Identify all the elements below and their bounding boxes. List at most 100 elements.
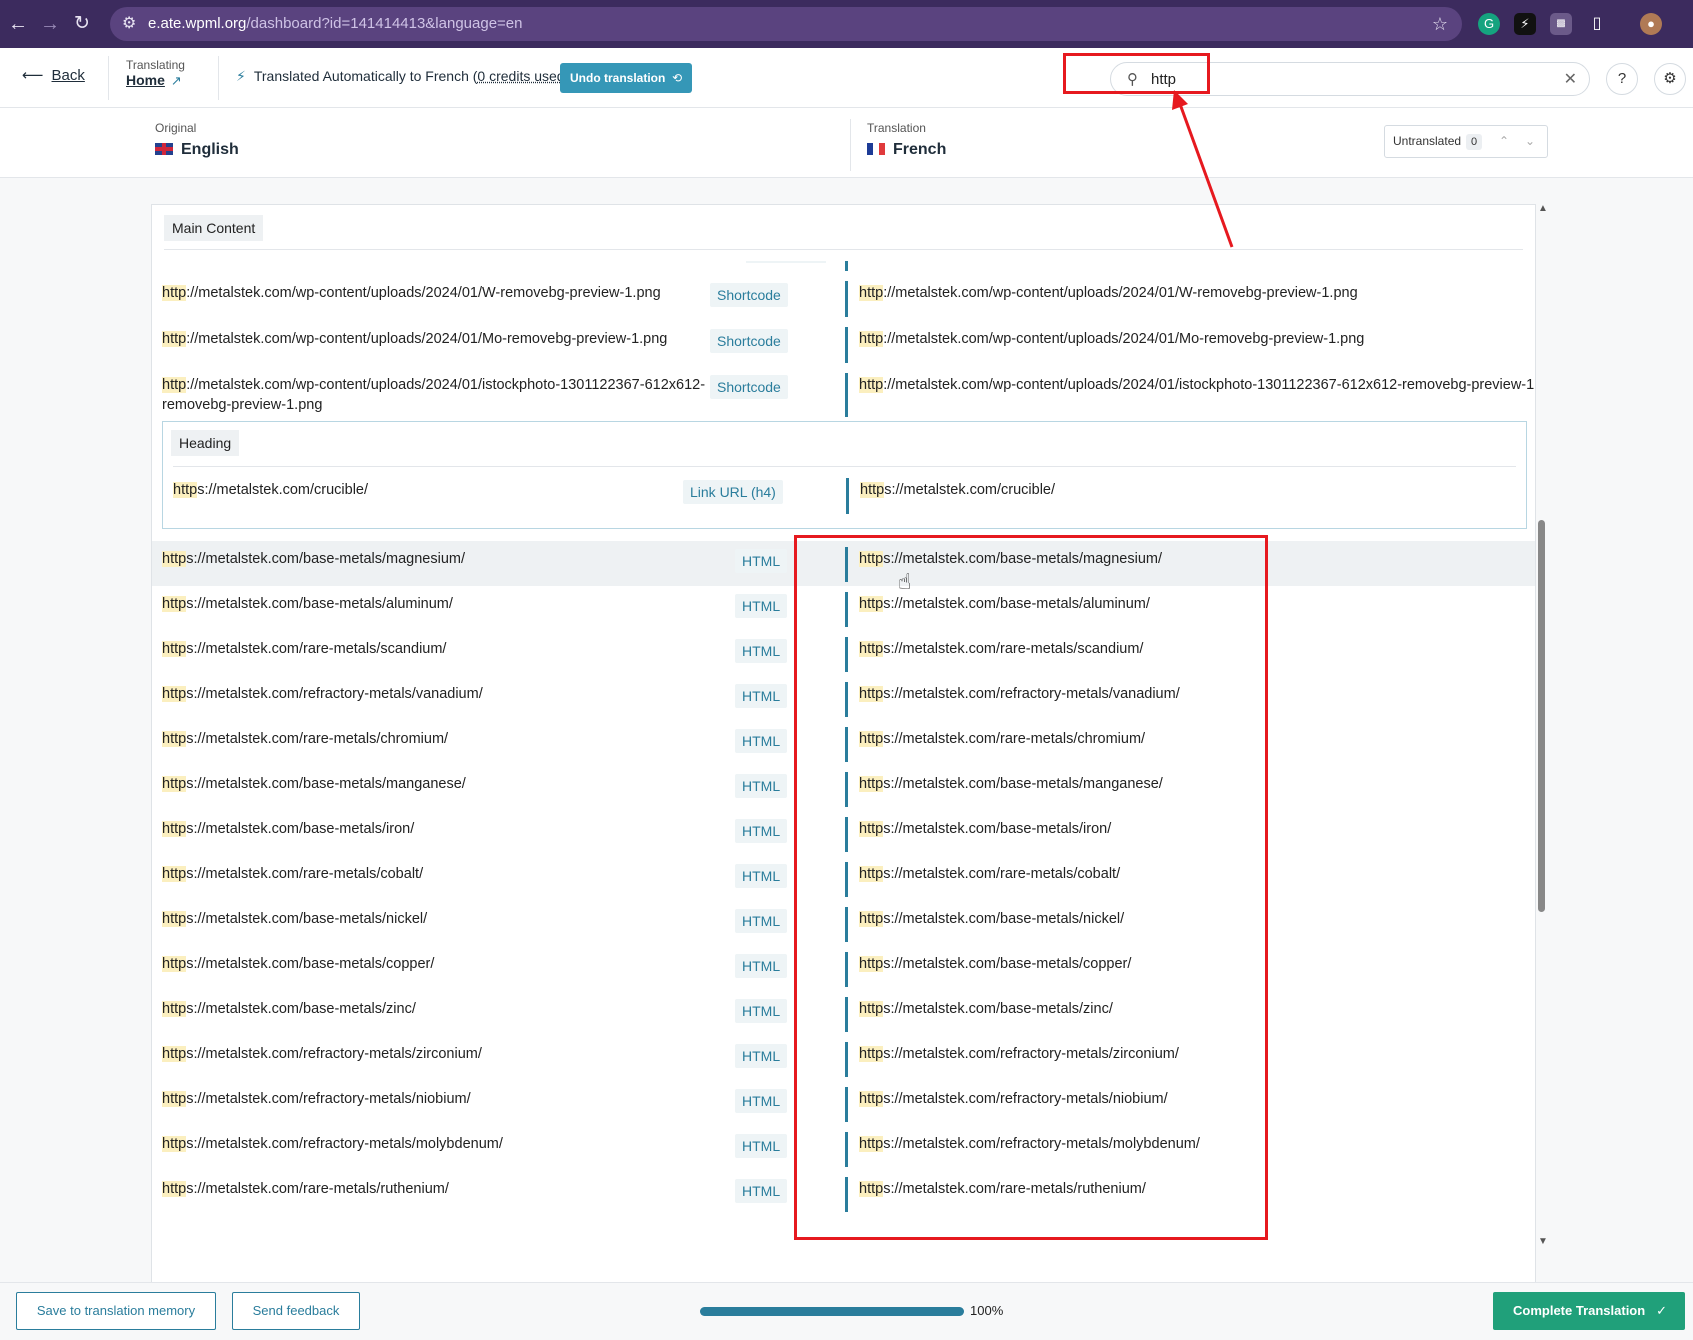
search-match-highlight: http bbox=[859, 377, 884, 393]
grammarly-icon[interactable]: G bbox=[1478, 13, 1500, 35]
annotation-search-box bbox=[1063, 53, 1210, 94]
segment-type-badge: HTML bbox=[735, 774, 788, 798]
segment-type-badge: HTML bbox=[735, 954, 788, 978]
help-icon[interactable]: ? bbox=[1606, 63, 1638, 95]
search-match-highlight: http bbox=[173, 482, 198, 498]
undo-translation-button[interactable]: Undo translation ⟲ bbox=[560, 63, 692, 93]
segment-bar bbox=[846, 478, 849, 514]
send-feedback-button[interactable]: Send feedback bbox=[232, 1292, 360, 1330]
back-button[interactable]: ⟵ Back bbox=[22, 66, 85, 84]
original-label: Original bbox=[155, 121, 197, 135]
search-match-highlight: http bbox=[162, 331, 187, 347]
source-text: https://metalstek.com/refractory-metals/… bbox=[162, 1134, 722, 1154]
address-bar[interactable]: ⚙ e.ate.wpml.org/dashboard?id=141414413&… bbox=[110, 7, 1462, 41]
segment-type-badge: HTML bbox=[735, 909, 788, 933]
url-path: /dashboard?id=141414413&language=en bbox=[246, 15, 523, 32]
scrollbar-thumb[interactable] bbox=[1538, 520, 1545, 912]
search-match-highlight: http bbox=[162, 551, 187, 567]
external-link-icon[interactable]: ↗ bbox=[171, 73, 182, 88]
editor-header: ⟵ Back Translating Home ↗ ⚡ Translated Auto… bbox=[0, 48, 1693, 108]
translation-text-rest: ://metalstek.com/wp-content/uploads/2024… bbox=[883, 377, 1536, 393]
segment-type-badge: HTML bbox=[735, 819, 788, 843]
france-flag-icon bbox=[867, 143, 885, 155]
chevron-up-icon[interactable]: ⌃ bbox=[1499, 126, 1509, 157]
page-name-link[interactable]: Home bbox=[126, 72, 165, 88]
extension-game-icon[interactable]: ▩ bbox=[1550, 13, 1572, 35]
chevron-down-icon[interactable]: ⌄ bbox=[1525, 126, 1535, 157]
source-text: https://metalstek.com/base-metals/alumin… bbox=[162, 594, 722, 614]
source-text: https://metalstek.com/rare-metals/cobalt… bbox=[162, 864, 722, 884]
check-icon: ✓ bbox=[1656, 1303, 1667, 1318]
segment-row[interactable]: http://metalstek.com/wp-content/uploads/… bbox=[152, 321, 1535, 367]
source-text-rest: s://metalstek.com/base-metals/magnesium/ bbox=[186, 551, 466, 567]
original-language: Original English bbox=[155, 121, 239, 159]
credits-used[interactable]: 0 credits used bbox=[477, 68, 564, 84]
clear-icon[interactable]: ✕ bbox=[1564, 69, 1577, 89]
complete-translation-button[interactable]: Complete Translation ✓ bbox=[1493, 1292, 1685, 1330]
source-text-rest: ://metalstek.com/wp-content/uploads/2024… bbox=[186, 331, 668, 347]
arrow-right-icon[interactable]: → bbox=[40, 12, 60, 36]
segment-type-badge: HTML bbox=[735, 594, 788, 618]
original-language-name: English bbox=[181, 141, 239, 158]
translating-info: Translating Home ↗ bbox=[126, 58, 185, 90]
translation-text[interactable]: http://metalstek.com/wp-content/uploads/… bbox=[859, 329, 1535, 349]
source-text: https://metalstek.com/base-metals/mangan… bbox=[162, 774, 722, 794]
translation-language: Translation French bbox=[867, 121, 946, 159]
segment-type-badge: Shortcode bbox=[710, 375, 788, 399]
translation-text[interactable]: http://metalstek.com/wp-content/uploads/… bbox=[859, 283, 1535, 303]
translation-label: Translation bbox=[867, 121, 926, 135]
star-icon[interactable]: ☆ bbox=[1432, 7, 1448, 41]
source-text: https://metalstek.com/base-metals/copper… bbox=[162, 954, 722, 974]
translation-text[interactable]: https://metalstek.com/crucible/ bbox=[860, 480, 1535, 500]
language-header: Original English Translation French Untr… bbox=[0, 109, 1693, 178]
segment-row[interactable]: http ://metalstek.com/wp-content/uploads/… bbox=[152, 275, 1535, 321]
source-text-rest: s://metalstek.com/refractory-metals/niob… bbox=[186, 1091, 471, 1107]
reload-icon[interactable]: ↻ bbox=[74, 12, 90, 36]
search-match-highlight: http bbox=[162, 1091, 187, 1107]
scroll-up-arrow[interactable]: ▲ bbox=[1538, 203, 1548, 214]
extension-bolt-icon[interactable]: ⚡ bbox=[1514, 13, 1536, 35]
source-text: https://metalstek.com/base-metals/magnes… bbox=[162, 549, 722, 569]
search-match-highlight: http bbox=[162, 377, 187, 393]
divider bbox=[108, 56, 109, 100]
auto-translation-text: Translated Automatically to French ( bbox=[253, 68, 478, 84]
translating-label: Translating bbox=[126, 58, 185, 72]
segment-row[interactable]: https://metalstek.com/crucible/Link URL … bbox=[153, 472, 1535, 518]
segment-type-badge: HTML bbox=[735, 729, 788, 753]
search-match-highlight: http bbox=[162, 686, 187, 702]
progress-fill bbox=[700, 1307, 964, 1316]
scroll-down-arrow[interactable]: ▼ bbox=[1538, 1236, 1548, 1247]
segment-type-badge: HTML bbox=[735, 1179, 788, 1203]
source-text-rest: s://metalstek.com/base-metals/copper/ bbox=[186, 956, 435, 972]
untranslated-navigator: Untranslated 0 ⌃ ⌄ bbox=[1384, 125, 1548, 158]
save-to-memory-button[interactable]: Save to translation memory bbox=[16, 1292, 216, 1330]
translation-text[interactable]: http://metalstek.com/wp-content/uploads/… bbox=[859, 375, 1536, 395]
segment-type-badge: HTML bbox=[735, 1044, 788, 1068]
segment-row[interactable]: http://metalstek.com/wp-content/uploads/… bbox=[152, 367, 1536, 421]
translation-text-rest: ://metalstek.com/wp-content/uploads/2024… bbox=[883, 331, 1365, 347]
mouse-pointer-icon: ☝ bbox=[898, 569, 912, 594]
divider bbox=[173, 466, 1516, 467]
complete-translation-label: Complete Translation bbox=[1513, 1303, 1646, 1318]
undo-icon: ⟲ bbox=[671, 71, 682, 85]
profile-avatar[interactable]: ● bbox=[1640, 13, 1662, 35]
search-match-highlight: http bbox=[860, 482, 885, 498]
back-arrow-icon: ⟵ bbox=[22, 67, 44, 84]
puzzle-icon[interactable]: ▯ bbox=[1586, 13, 1608, 35]
translation-text-rest: ://metalstek.com/wp-content/uploads/2024… bbox=[883, 285, 1358, 301]
search-match-highlight: http bbox=[162, 821, 187, 837]
source-text-rest: s://metalstek.com/base-metals/aluminum/ bbox=[186, 596, 453, 612]
source-text: http://metalstek.com/wp-content/uploads/… bbox=[162, 329, 722, 349]
settings-gear-icon[interactable]: ⚙ bbox=[1654, 63, 1686, 95]
segment-bar bbox=[845, 327, 848, 363]
search-match-highlight: http bbox=[162, 285, 187, 301]
source-text: https://metalstek.com/base-metals/zinc/ bbox=[162, 999, 722, 1019]
site-settings-icon[interactable]: ⚙ bbox=[122, 7, 136, 41]
search-match-highlight: http bbox=[162, 911, 187, 927]
translation-text-rest: s://metalstek.com/crucible/ bbox=[884, 482, 1056, 498]
arrow-left-icon[interactable]: ← bbox=[8, 12, 28, 36]
heading-label: Heading bbox=[171, 430, 240, 456]
source-text-rest: s://metalstek.com/refractory-metals/moly… bbox=[186, 1136, 503, 1152]
search-match-highlight: http bbox=[162, 731, 187, 747]
heading-block: Heading https://metalstek.com/crucible/Li… bbox=[162, 421, 1527, 529]
